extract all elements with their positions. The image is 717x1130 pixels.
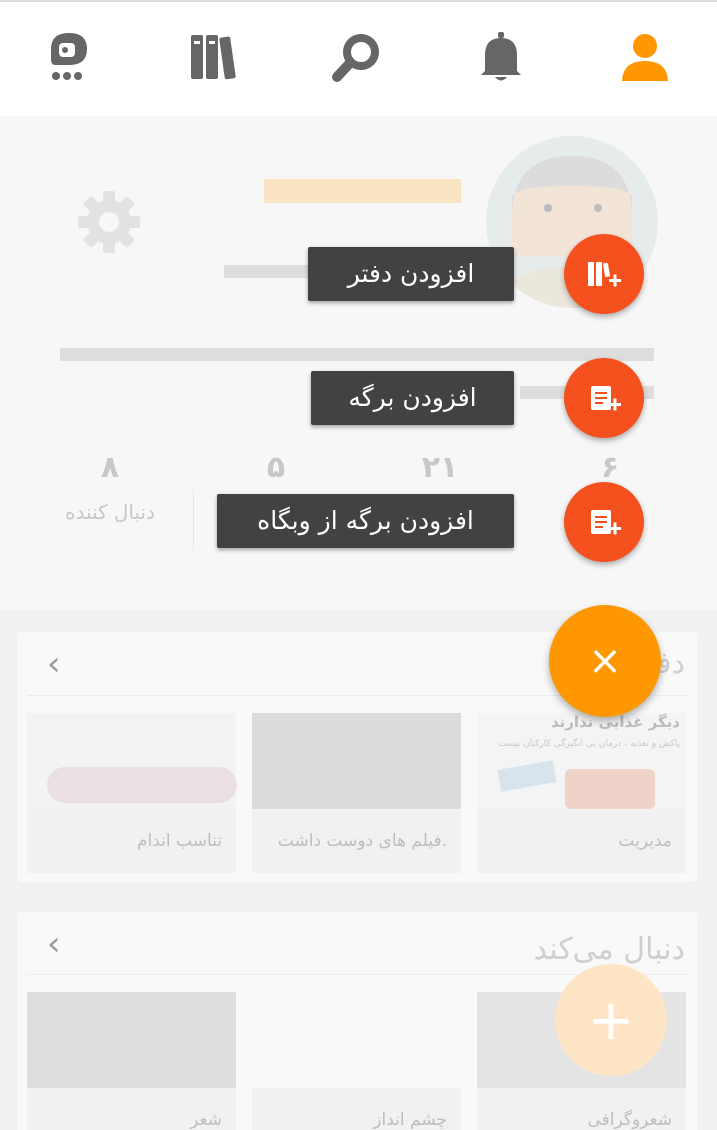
notebook-cover: دیگر غذایی ندارند پاکش و تغذیه ، درمان ب… bbox=[477, 713, 686, 809]
bot-chat-icon bbox=[51, 33, 87, 80]
add-web-page-icon bbox=[591, 510, 621, 535]
add-fab-faded[interactable]: + bbox=[555, 964, 667, 1076]
chevron-left-icon[interactable]: ‹ bbox=[47, 924, 61, 964]
stat-value: ۸ bbox=[100, 450, 120, 485]
nav-profile-tab[interactable] bbox=[612, 24, 678, 90]
stat-divider bbox=[193, 490, 194, 550]
profile-bio-placeholder bbox=[60, 348, 654, 361]
tile-caption: فیلم های دوست داشت. bbox=[277, 831, 447, 851]
gear-icon[interactable] bbox=[76, 189, 142, 255]
notebook-tile[interactable]: دیگر غذایی ندارند پاکش و تغذیه ، درمان ب… bbox=[477, 713, 686, 873]
close-speed-dial-button[interactable]: × bbox=[549, 605, 661, 717]
add-notebook-label[interactable]: افزودن دفتر bbox=[308, 247, 514, 301]
cover-image bbox=[47, 767, 237, 803]
tile-image bbox=[27, 992, 236, 1088]
notebook-tile[interactable]: تناسب اندام bbox=[27, 713, 237, 873]
add-web-page-label[interactable]: افزودن برگه از وبگاه bbox=[217, 494, 514, 548]
stat-value: ۲۱ bbox=[421, 450, 459, 485]
stat-label: دنبال کننده bbox=[64, 500, 156, 524]
notebook-tile[interactable]: فیلم های دوست داشت. bbox=[252, 713, 461, 873]
bell-icon bbox=[481, 32, 521, 81]
add-page-label[interactable]: افزودن برگه bbox=[311, 371, 514, 425]
tile-caption: شعروگرافی bbox=[587, 1110, 672, 1130]
profile-name-placeholder bbox=[264, 179, 461, 203]
tile-caption: شعر bbox=[190, 1110, 222, 1130]
stat-item[interactable]: ۲۱ bbox=[360, 450, 520, 500]
notebook-cover bbox=[252, 713, 461, 809]
section-title: دنبال می‌کند bbox=[533, 932, 685, 967]
following-tile[interactable]: شعر bbox=[27, 992, 236, 1130]
add-notebook-icon bbox=[588, 262, 621, 287]
cover-sub-text: پاکش و تغذیه ، درمان بی انگیزگی کارکنان … bbox=[498, 739, 680, 749]
stat-item[interactable]: ۵ bbox=[196, 450, 356, 500]
nav-more-tab[interactable] bbox=[36, 24, 102, 90]
person-icon bbox=[622, 34, 668, 81]
tile-caption: مدیریت bbox=[618, 831, 672, 851]
add-page-icon bbox=[591, 386, 621, 411]
tile-image bbox=[252, 992, 461, 1088]
nav-search-tab[interactable] bbox=[324, 24, 390, 90]
add-web-page-button[interactable] bbox=[564, 482, 644, 562]
add-notebook-button[interactable] bbox=[564, 234, 644, 314]
notebook-cover bbox=[27, 713, 237, 809]
books-icon bbox=[191, 35, 236, 80]
top-navigation-bar bbox=[0, 0, 717, 116]
stat-item[interactable]: ۸ دنبال کننده bbox=[30, 450, 190, 524]
chevron-left-icon[interactable]: ‹ bbox=[47, 644, 61, 684]
stat-value: ۵ bbox=[266, 450, 286, 485]
tile-caption: چشم انداز bbox=[373, 1110, 447, 1130]
following-tile[interactable]: چشم انداز bbox=[252, 992, 461, 1130]
close-icon: × bbox=[588, 638, 622, 684]
search-icon bbox=[332, 34, 379, 82]
tile-caption: تناسب اندام bbox=[136, 831, 222, 851]
cover-image bbox=[565, 769, 655, 809]
cover-tag bbox=[497, 760, 557, 792]
add-page-button[interactable] bbox=[564, 358, 644, 438]
nav-library-tab[interactable] bbox=[180, 24, 246, 90]
nav-notifications-tab[interactable] bbox=[468, 24, 534, 90]
